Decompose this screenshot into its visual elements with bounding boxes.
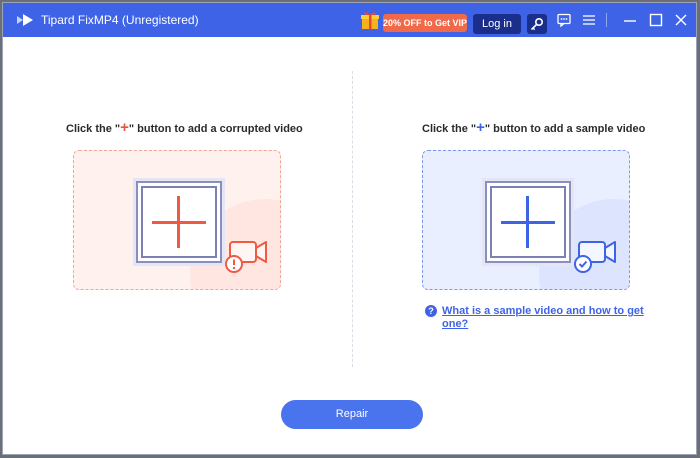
titlebar-separator (606, 13, 607, 27)
menu-icon[interactable] (581, 12, 597, 28)
plus-icon: + (476, 119, 485, 136)
maximize-icon[interactable] (648, 12, 664, 28)
add-sample-video-dropzone[interactable] (422, 150, 630, 290)
corrupted-instruction: Click the "+" button to add a corrupted … (66, 119, 303, 136)
repair-button[interactable]: Repair (281, 400, 423, 429)
app-title: Tipard FixMP4 (Unregistered) (41, 13, 199, 27)
add-frame-inner (490, 186, 566, 258)
help-link-text[interactable]: What is a sample video and how to get on… (442, 305, 645, 331)
corrupted-video-camera-icon (224, 237, 274, 273)
instruction-text: Click the " (422, 123, 477, 135)
sample-instruction: Click the "+" button to add a sample vid… (422, 119, 645, 136)
title-bar: Tipard FixMP4 (Unregistered) 20% OFF to … (3, 3, 696, 37)
app-logo-icon (15, 12, 37, 28)
add-sample-video-button[interactable] (485, 181, 571, 263)
instruction-text: " button to add a sample video (484, 123, 646, 135)
gift-icon[interactable] (359, 9, 381, 31)
instruction-text: Click the " (66, 123, 121, 135)
add-corrupted-video-dropzone[interactable] (73, 150, 281, 290)
close-icon[interactable] (673, 12, 689, 28)
instruction-text: " button to add a corrupted video (128, 123, 303, 135)
help-question-icon: ? (425, 305, 437, 317)
chat-icon[interactable] (556, 12, 572, 28)
minimize-icon[interactable] (622, 12, 638, 28)
add-frame-inner (141, 186, 217, 258)
plus-icon: + (120, 119, 129, 136)
register-key-button[interactable] (527, 14, 547, 34)
login-button[interactable]: Log in (473, 14, 521, 34)
app-window: Tipard FixMP4 (Unregistered) 20% OFF to … (3, 3, 696, 454)
vip-promo-button[interactable]: 20% OFF to Get VIP (383, 14, 467, 32)
add-corrupted-video-button[interactable] (136, 181, 222, 263)
sample-video-help-link[interactable]: ? What is a sample video and how to get … (425, 305, 645, 331)
sample-video-camera-icon (573, 237, 623, 273)
panel-divider (352, 71, 353, 367)
key-icon (530, 17, 544, 31)
